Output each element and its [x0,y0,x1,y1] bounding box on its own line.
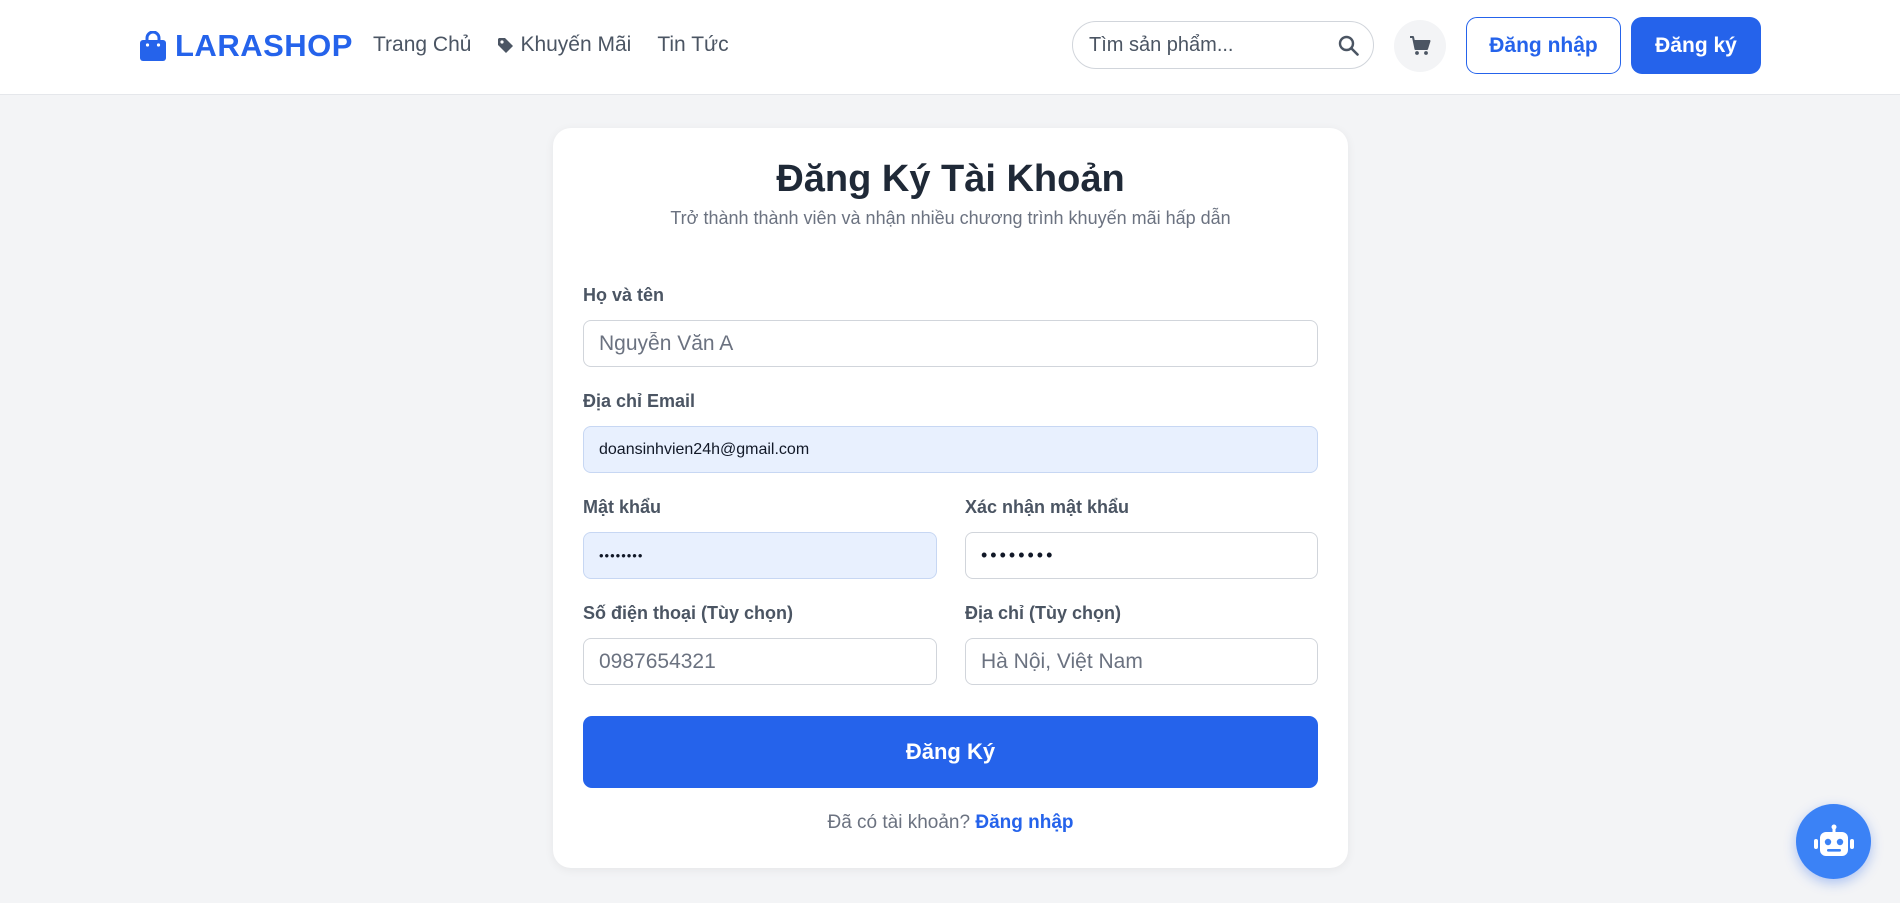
search-box [1072,21,1374,69]
phone-label: Số điện thoại (Tùy chọn) [583,603,793,623]
password-field[interactable]: •••••••• [583,532,937,579]
fullname-label: Họ và tên [583,285,665,305]
logo-text: LARASHOP [175,28,353,63]
confirm-password-field[interactable]: •••••••• [965,532,1318,579]
register-card: Đăng Ký Tài Khoản Trở thành thành viên v… [553,128,1348,868]
cart-icon [1410,36,1431,55]
search-input[interactable] [1089,22,1329,68]
register-button[interactable]: Đăng ký [1631,17,1761,74]
login-prompt: Đã có tài khoản? Đăng nhập [553,812,1348,834]
shopping-bag-icon [140,30,166,61]
page-subtitle: Trở thành thành viên và nhận nhiều chươn… [670,208,1231,228]
nav-item-news[interactable]: Tin Tức [657,33,728,57]
nav-item-label: Tin Tức [657,33,729,56]
fullname-field[interactable] [583,320,1318,367]
phone-field[interactable] [583,638,937,685]
search-icon[interactable] [1338,35,1359,56]
submit-register-button[interactable]: Đăng Ký [583,716,1318,788]
login-link[interactable]: Đăng nhập [975,812,1073,833]
nav-item-label: Khuyến Mãi [520,33,632,56]
nav-item-promotions[interactable]: Khuyến Mãi [497,33,631,57]
confirm-password-label: Xác nhận mật khẩu [965,497,1130,517]
nav-item-label: Trang Chủ [373,33,472,56]
address-label: Địa chỉ (Tùy chọn) [965,603,1122,623]
login-prompt-text: Đã có tài khoản? [827,812,971,833]
cart-button[interactable] [1394,20,1446,72]
email-label: Địa chỉ Email [583,391,696,411]
email-field[interactable] [583,426,1318,473]
nav-item-home[interactable]: Trang Chủ [373,33,471,57]
main-nav: Trang Chủ Khuyến Mãi Tin Tức [373,33,729,57]
page-title: Đăng Ký Tài Khoản [776,158,1125,200]
robot-icon [1813,824,1854,856]
tag-icon [498,37,514,53]
logo-link[interactable]: LARASHOP [139,28,353,64]
chatbot-button[interactable] [1796,804,1871,879]
address-field[interactable] [965,638,1318,685]
login-button[interactable]: Đăng nhập [1466,17,1621,74]
site-header: LARASHOP Trang Chủ Khuyến Mãi Tin Tức Tì… [0,0,1900,95]
password-label: Mật khẩu [583,497,662,517]
